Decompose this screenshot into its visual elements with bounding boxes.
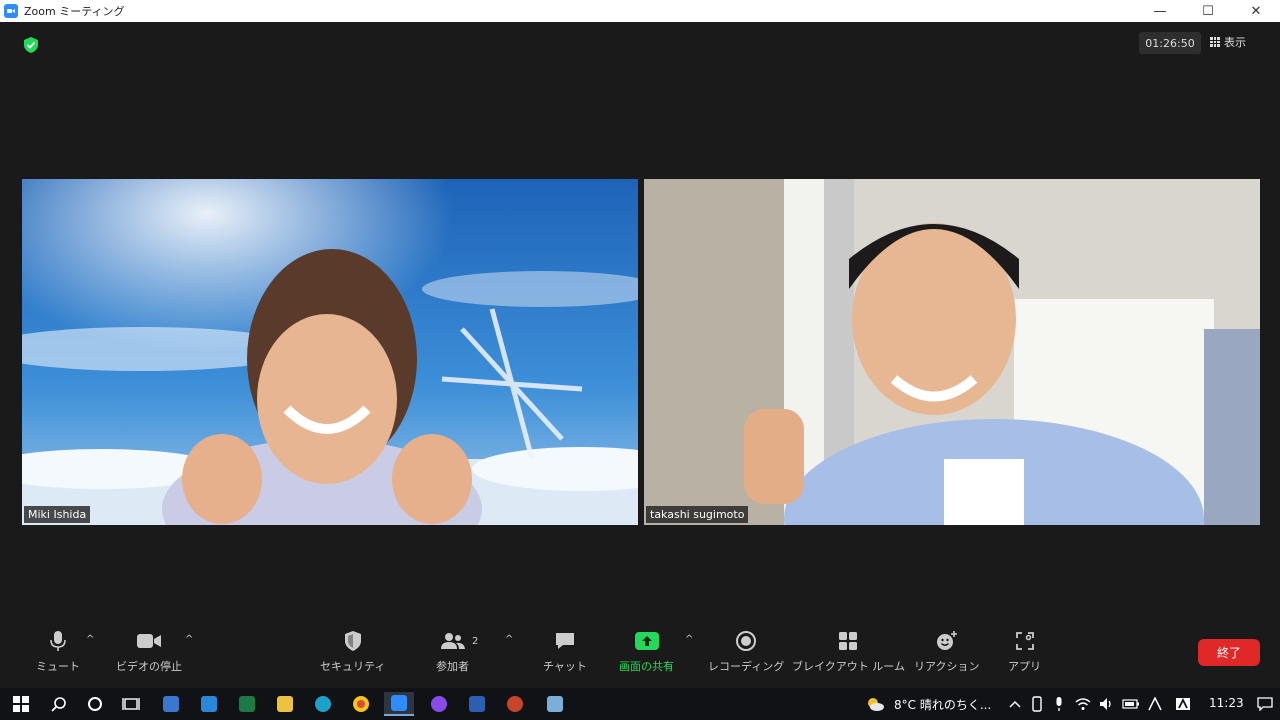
video-tile-takashi[interactable]: takashi sugimoto	[644, 179, 1260, 525]
breakout-rooms-icon	[834, 628, 862, 654]
record-icon	[732, 628, 760, 654]
zoom-app-icon	[4, 4, 18, 18]
grid-icon	[1210, 37, 1220, 47]
excel-icon[interactable]	[232, 692, 262, 716]
video-tile-miki[interactable]: Miki Ishida	[22, 179, 638, 525]
mute-button[interactable]: ミュート	[36, 628, 80, 674]
participants-icon	[439, 628, 467, 654]
window-controls: — ☐ ✕	[1136, 0, 1280, 22]
windows-taskbar: 8°C 晴れのちく... 11:23	[0, 688, 1280, 720]
mail-icon[interactable]	[194, 692, 224, 716]
encryption-shield-icon[interactable]	[22, 36, 40, 54]
participants-button[interactable]: 参加者	[436, 628, 469, 674]
view-label: 表示	[1224, 36, 1246, 49]
mute-label: ミュート	[36, 660, 80, 673]
store-icon[interactable]	[156, 692, 186, 716]
file-explorer-icon[interactable]	[270, 692, 300, 716]
video-feed-image	[644, 179, 1260, 525]
ime-icon[interactable]	[1140, 692, 1170, 716]
zoom-taskbar-icon[interactable]	[384, 692, 414, 716]
record-label: レコーディング	[708, 660, 785, 673]
video-label: ビデオの停止	[116, 660, 182, 673]
meeting-timer: 01:26:50	[1139, 32, 1201, 54]
edge-icon[interactable]	[308, 692, 338, 716]
participant-name-tag: takashi sugimoto	[646, 506, 749, 523]
breakout-rooms-button[interactable]: ブレイクアウト ルーム	[792, 628, 905, 674]
search-icon[interactable]	[44, 692, 74, 716]
smiley-icon	[933, 628, 961, 654]
reactions-button[interactable]: リアクション	[914, 628, 979, 674]
participants-options-caret[interactable]: ^	[505, 634, 513, 645]
share-label: 画面の共有	[619, 660, 674, 673]
weather-text[interactable]: 8°C 晴れのちく...	[894, 696, 991, 713]
view-button[interactable]: 表示	[1210, 32, 1246, 52]
meeting-toolbar: ミュート ^ ビデオの停止 ^ セキュリティ 参加者 2 ^ チャット 画面の共…	[0, 622, 1280, 688]
share-screen-button[interactable]: 画面の共有	[619, 628, 674, 674]
participant-count: 2	[472, 636, 479, 647]
task-view-icon[interactable]	[116, 692, 146, 716]
reactions-label: リアクション	[914, 660, 980, 673]
apps-button[interactable]: アプリ	[1008, 628, 1041, 674]
chat-button[interactable]: チャット	[543, 628, 587, 674]
security-label: セキュリティ	[320, 660, 386, 673]
cortana-icon[interactable]	[80, 692, 110, 716]
mute-options-caret[interactable]: ^	[86, 634, 94, 645]
adobe-icon[interactable]	[1168, 692, 1198, 716]
chat-label: チャット	[543, 660, 587, 673]
stop-video-button[interactable]: ビデオの停止	[116, 628, 182, 674]
participants-label: 参加者	[436, 660, 469, 673]
end-meeting-button[interactable]: 終了	[1198, 639, 1260, 666]
clock-time[interactable]: 11:23	[1209, 696, 1244, 710]
video-camera-icon	[135, 628, 163, 654]
maximize-button[interactable]: ☐	[1184, 0, 1232, 22]
security-shield-icon	[339, 628, 367, 654]
minimize-button[interactable]: —	[1136, 0, 1184, 22]
powerpoint-icon[interactable]	[500, 692, 530, 716]
apps-label: アプリ	[1008, 660, 1041, 673]
zoom-window: Zoom ミーティング — ☐ ✕ 01:26:50 表示 Miki Ishid…	[0, 0, 1280, 688]
breakout-label: ブレイクアウト ルーム	[792, 660, 905, 673]
participant-name-tag: Miki Ishida	[24, 506, 91, 523]
share-options-caret[interactable]: ^	[685, 634, 693, 645]
notes-app-icon[interactable]	[540, 692, 570, 716]
chat-bubble-icon	[551, 628, 579, 654]
window-title: Zoom ミーティング	[24, 5, 125, 18]
video-feed-image	[22, 179, 638, 525]
word-icon[interactable]	[462, 692, 492, 716]
security-button[interactable]: セキュリティ	[320, 628, 385, 674]
record-button[interactable]: レコーディング	[708, 628, 784, 674]
apps-icon	[1011, 628, 1039, 654]
notification-icon[interactable]	[1250, 692, 1280, 716]
video-options-caret[interactable]: ^	[185, 634, 193, 645]
windows-start-icon[interactable]	[6, 692, 36, 716]
share-screen-icon	[633, 628, 661, 654]
chrome-icon[interactable]	[346, 692, 376, 716]
title-bar: Zoom ミーティング — ☐ ✕	[0, 0, 1280, 22]
weather-icon[interactable]	[860, 692, 890, 716]
close-button[interactable]: ✕	[1232, 0, 1280, 22]
messenger-icon[interactable]	[424, 692, 454, 716]
microphone-icon	[44, 628, 72, 654]
